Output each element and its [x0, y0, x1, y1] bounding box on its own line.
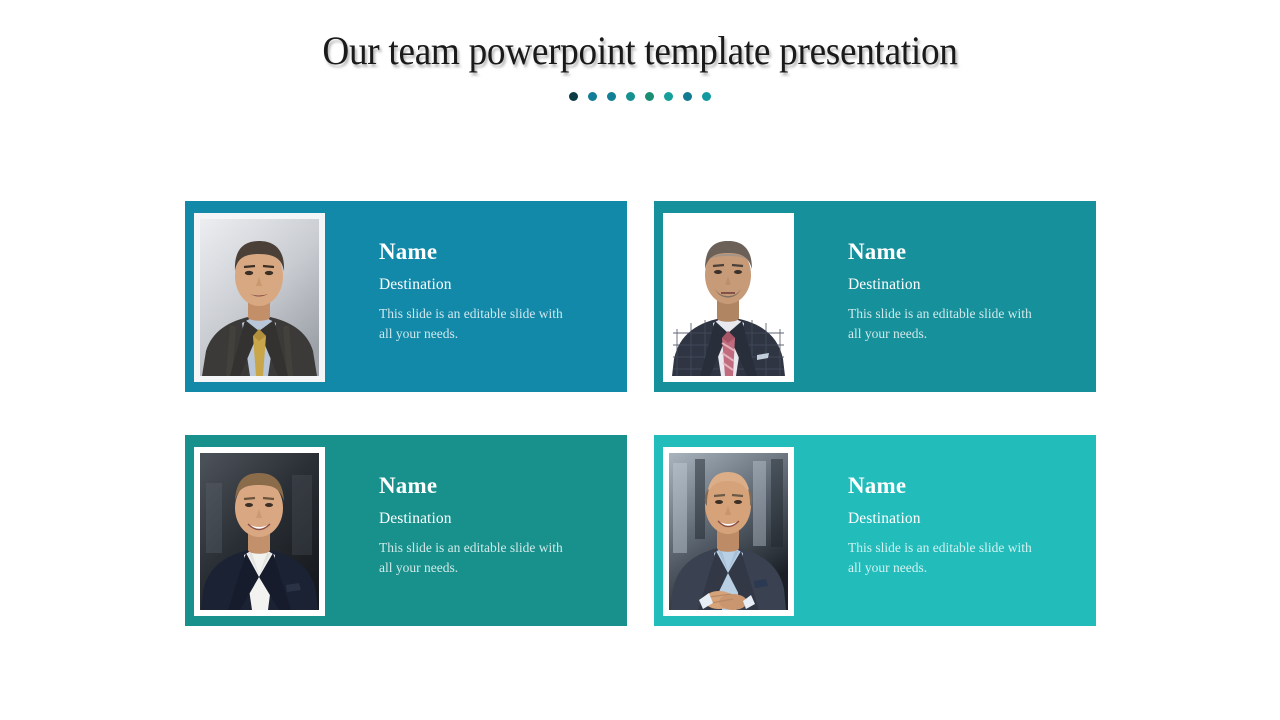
photo-frame [663, 213, 794, 382]
member-role: Destination [848, 510, 921, 527]
member-info: Name Destination This slide is an editab… [848, 473, 1078, 578]
slide-canvas: Our team powerpoint template presentatio… [0, 0, 1280, 720]
team-member-card[interactable]: Name Destination This slide is an editab… [185, 435, 627, 626]
member-role: Destination [379, 510, 452, 527]
dot-divider [0, 92, 1280, 101]
member-photo [200, 219, 319, 376]
title-block: Our team powerpoint template presentatio… [0, 26, 1280, 76]
member-photo [200, 453, 319, 610]
photo-frame [194, 213, 325, 382]
member-info: Name Destination This slide is an editab… [379, 473, 609, 578]
member-photo [669, 219, 788, 376]
divider-dot-4 [626, 92, 635, 101]
page-title: Our team powerpoint template presentatio… [322, 28, 958, 73]
member-description: This slide is an editable slide with all… [848, 306, 1032, 341]
team-card-grid: Name Destination This slide is an editab… [185, 201, 1096, 626]
member-info: Name Destination This slide is an editab… [848, 239, 1078, 344]
divider-dot-7 [683, 92, 692, 101]
member-name: Name [379, 473, 438, 498]
divider-dot-1 [569, 92, 578, 101]
member-name: Name [379, 239, 438, 264]
member-photo [669, 453, 788, 610]
member-description: This slide is an editable slide with all… [379, 540, 563, 575]
member-name: Name [848, 473, 907, 498]
divider-dot-6 [664, 92, 673, 101]
divider-dot-2 [588, 92, 597, 101]
member-info: Name Destination This slide is an editab… [379, 239, 609, 344]
member-description: This slide is an editable slide with all… [379, 306, 563, 341]
divider-dot-8 [702, 92, 711, 101]
member-description: This slide is an editable slide with all… [848, 540, 1032, 575]
team-member-card[interactable]: Name Destination This slide is an editab… [185, 201, 627, 392]
team-member-card[interactable]: Name Destination This slide is an editab… [654, 435, 1096, 626]
member-role: Destination [379, 276, 452, 293]
divider-dot-5 [645, 92, 654, 101]
team-member-card[interactable]: Name Destination This slide is an editab… [654, 201, 1096, 392]
member-name: Name [848, 239, 907, 264]
member-role: Destination [848, 276, 921, 293]
photo-frame [663, 447, 794, 616]
photo-frame [194, 447, 325, 616]
divider-dot-3 [607, 92, 616, 101]
